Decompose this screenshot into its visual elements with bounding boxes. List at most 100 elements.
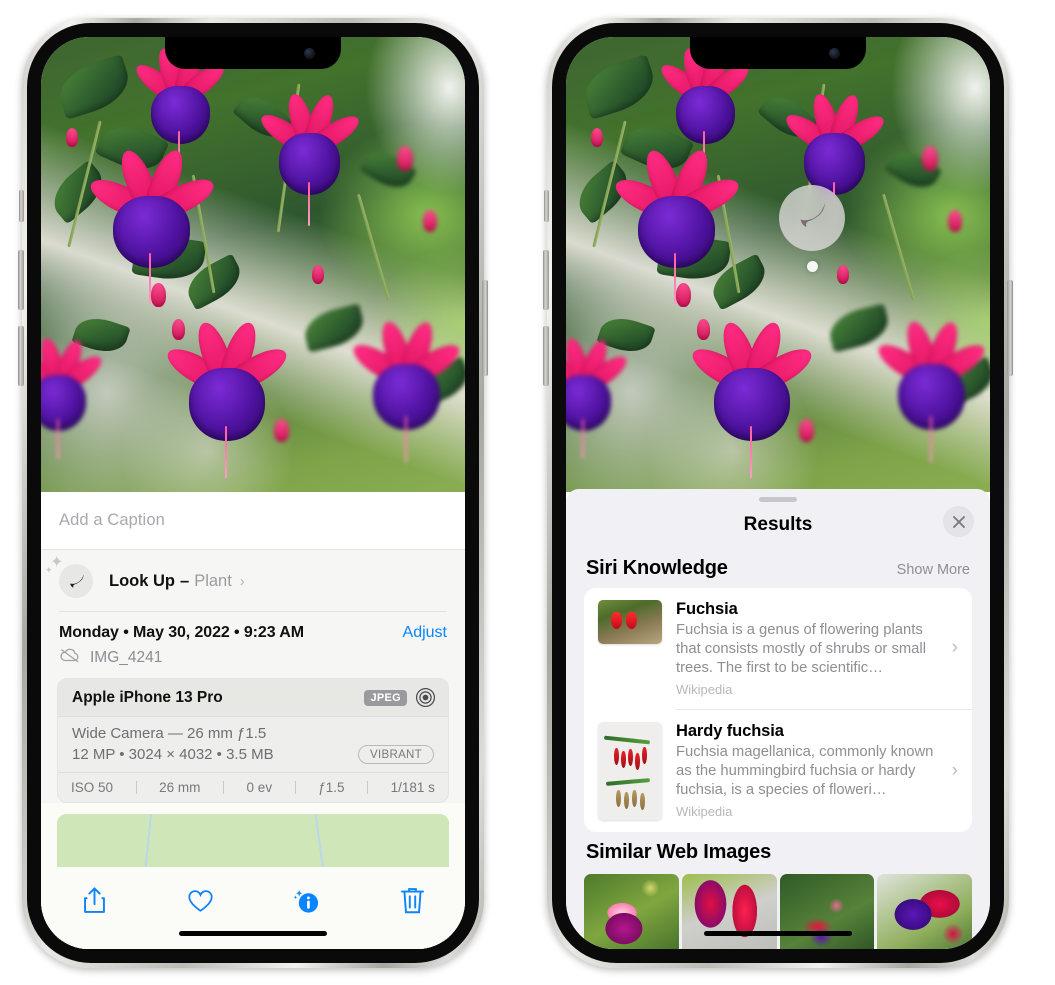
close-button[interactable] bbox=[943, 506, 974, 537]
show-more-button[interactable]: Show More bbox=[897, 562, 970, 578]
stat-divider bbox=[294, 781, 296, 794]
icloud-slash-icon bbox=[59, 647, 81, 668]
knowledge-text: Fuchsia Fuchsia is a genus of flowering … bbox=[662, 600, 962, 697]
stat-divider bbox=[367, 781, 369, 794]
siri-knowledge-card: Fuchsia Fuchsia is a genus of flowering … bbox=[584, 588, 972, 832]
look-up-text: Look Up – Plant › bbox=[109, 572, 245, 591]
photo-date: Monday • May 30, 2022 • 9:23 AM bbox=[59, 624, 304, 641]
exif-section: Apple iPhone 13 Pro JPEG Wide Camera — 2… bbox=[41, 678, 465, 803]
notch-right bbox=[690, 37, 866, 69]
home-indicator-left bbox=[179, 931, 327, 936]
exif-stat-aperture: ƒ1.5 bbox=[318, 780, 345, 795]
exif-stat-iso: ISO 50 bbox=[71, 780, 114, 795]
results-sheet: Results Siri Knowledge Show More Fuchsia… bbox=[566, 489, 990, 949]
exif-header: Apple iPhone 13 Pro JPEG bbox=[58, 679, 448, 717]
volume-up-button-right[interactable] bbox=[543, 250, 549, 310]
stat-divider bbox=[222, 781, 224, 794]
delete-button[interactable] bbox=[389, 881, 435, 921]
divider bbox=[59, 611, 447, 612]
photo-viewer[interactable] bbox=[566, 37, 990, 492]
exif-stat-shutter: 1/181 s bbox=[390, 780, 435, 795]
knowledge-source: Wikipedia bbox=[676, 681, 733, 697]
left-phone: Add a Caption ✦ ✦ Look Up – Plant › Mond… bbox=[18, 18, 488, 968]
siri-knowledge-title: Siri Knowledge bbox=[586, 557, 728, 579]
exif-body: Wide Camera — 26 mm ƒ1.5 12 MP • 3024 × … bbox=[58, 717, 448, 772]
camera-device: Apple iPhone 13 Pro bbox=[72, 688, 223, 706]
adjust-button[interactable]: Adjust bbox=[403, 624, 447, 642]
knowledge-text: Hardy fuchsia Fuchsia magellanica, commo… bbox=[662, 722, 962, 819]
home-indicator-right bbox=[704, 931, 852, 936]
similar-web-images-header: Similar Web Images bbox=[566, 832, 990, 872]
caption-placeholder[interactable]: Add a Caption bbox=[59, 511, 165, 530]
date-row: Monday • May 30, 2022 • 9:23 AM Adjust bbox=[41, 612, 465, 644]
results-title: Results bbox=[743, 514, 813, 535]
photo-viewer[interactable] bbox=[41, 37, 465, 492]
close-icon bbox=[952, 515, 965, 528]
left-screen: Add a Caption ✦ ✦ Look Up – Plant › Mond… bbox=[41, 37, 465, 949]
exif-stat-ev: 0 ev bbox=[246, 780, 273, 795]
info-button[interactable] bbox=[283, 881, 329, 921]
image-spec: 12 MP • 3024 × 4032 • 3.5 MB bbox=[72, 746, 274, 763]
web-image-thumbnail[interactable] bbox=[779, 873, 875, 949]
power-button-right[interactable] bbox=[1007, 280, 1013, 376]
caption-field-row[interactable]: Add a Caption bbox=[41, 492, 465, 550]
knowledge-source: Wikipedia bbox=[676, 803, 733, 819]
knowledge-title: Hardy fuchsia bbox=[676, 721, 784, 740]
knowledge-thumbnail bbox=[598, 721, 662, 820]
results-header: Results bbox=[566, 502, 990, 548]
knowledge-thumbnail bbox=[598, 600, 662, 644]
format-badge: JPEG bbox=[364, 689, 407, 706]
exif-header-right: JPEG bbox=[364, 687, 436, 708]
similar-web-images-title: Similar Web Images bbox=[586, 840, 771, 863]
web-image-thumbnail[interactable] bbox=[584, 873, 679, 949]
chevron-right-icon: › bbox=[239, 572, 245, 590]
knowledge-description: Fuchsia magellanica, commonly known as t… bbox=[676, 743, 934, 798]
visual-look-up-anchor-dot bbox=[807, 261, 818, 272]
exif-spec-row: 12 MP • 3024 × 4032 • 3.5 MB VIBRANT bbox=[72, 745, 434, 764]
leaf-icon bbox=[59, 564, 93, 598]
chevron-right-icon: › bbox=[951, 759, 958, 781]
aperture-icon[interactable] bbox=[415, 687, 436, 708]
silent-switch-left[interactable] bbox=[19, 190, 24, 222]
look-up-row[interactable]: ✦ ✦ Look Up – Plant › bbox=[41, 550, 465, 612]
look-up-dash: – bbox=[180, 571, 190, 590]
file-row: IMG_4241 bbox=[41, 644, 465, 678]
notch-left bbox=[165, 37, 341, 69]
screenshot-root: Add a Caption ✦ ✦ Look Up – Plant › Mond… bbox=[0, 0, 1055, 985]
front-camera-icon bbox=[829, 48, 840, 59]
stat-divider bbox=[135, 781, 137, 794]
knowledge-description: Fuchsia is a genus of flowering plants t… bbox=[676, 622, 926, 676]
photo-toolbar bbox=[41, 867, 465, 949]
photo-info-sheet: Add a Caption ✦ ✦ Look Up – Plant › Mond… bbox=[41, 492, 465, 949]
look-up-label: Look Up bbox=[109, 571, 175, 590]
lens-info: Wide Camera — 26 mm ƒ1.5 bbox=[72, 725, 267, 742]
knowledge-item-hardy-fuchsia[interactable]: Hardy fuchsia Fuchsia magellanica, commo… bbox=[584, 710, 972, 832]
knowledge-item-fuchsia[interactable]: Fuchsia Fuchsia is a genus of flowering … bbox=[584, 588, 972, 709]
favorite-button[interactable] bbox=[177, 881, 223, 921]
right-screen: Results Siri Knowledge Show More Fuchsia… bbox=[566, 37, 990, 949]
volume-down-button-left[interactable] bbox=[18, 326, 24, 386]
file-name: IMG_4241 bbox=[90, 648, 163, 666]
exif-stats-row: ISO 50 26 mm 0 ev ƒ1.5 1/181 s bbox=[58, 772, 448, 802]
leaf-icon bbox=[795, 199, 829, 238]
volume-down-button-right[interactable] bbox=[543, 326, 549, 386]
right-phone: Results Siri Knowledge Show More Fuchsia… bbox=[543, 18, 1013, 968]
similar-web-images-strip[interactable] bbox=[566, 873, 990, 949]
photographic-style-badge: VIBRANT bbox=[358, 745, 434, 764]
chevron-right-icon: › bbox=[951, 637, 958, 659]
silent-switch-right[interactable] bbox=[544, 190, 549, 222]
visual-look-up-badge[interactable] bbox=[779, 185, 845, 251]
front-camera-icon bbox=[304, 48, 315, 59]
exif-stat-focal: 26 mm bbox=[159, 780, 201, 795]
look-up-icon-wrap: ✦ ✦ bbox=[45, 555, 93, 598]
power-button-left[interactable] bbox=[482, 280, 488, 376]
look-up-subject: Plant bbox=[194, 571, 232, 590]
web-image-thumbnail[interactable] bbox=[877, 873, 972, 949]
volume-up-button-left[interactable] bbox=[18, 250, 24, 310]
knowledge-title: Fuchsia bbox=[676, 600, 738, 618]
siri-knowledge-header: Siri Knowledge Show More bbox=[566, 548, 990, 588]
share-button[interactable] bbox=[71, 881, 117, 921]
sparkle-icon-small: ✦ bbox=[45, 565, 53, 575]
exif-card[interactable]: Apple iPhone 13 Pro JPEG Wide Camera — 2… bbox=[57, 678, 449, 803]
web-image-thumbnail[interactable] bbox=[681, 873, 777, 949]
